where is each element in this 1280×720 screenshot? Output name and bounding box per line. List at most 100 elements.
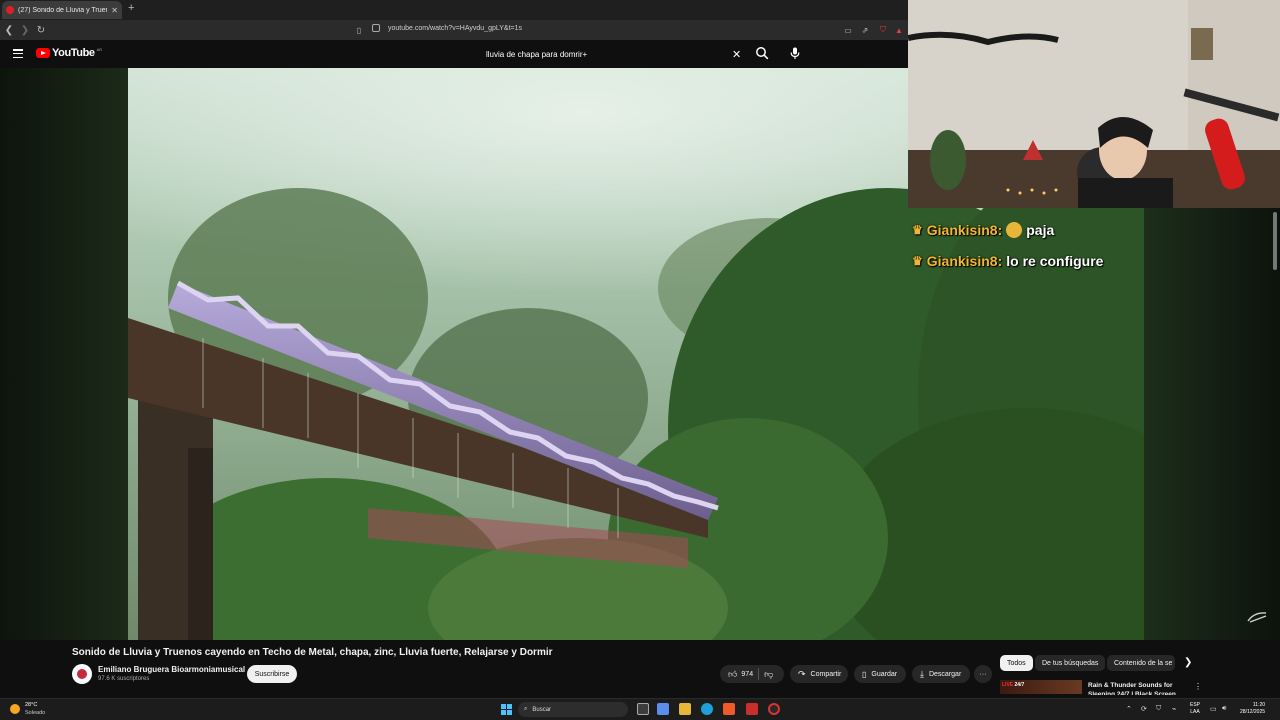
close-tab-icon[interactable]: ✕ xyxy=(111,6,118,15)
obs-icon[interactable] xyxy=(768,703,780,715)
subscriber-count: 97.6 K suscriptores xyxy=(98,676,150,682)
widgets-icon[interactable] xyxy=(657,703,669,715)
taskbar: 28°C Soleado ⌕ Buscar ⌃ ⟳ ⛉ ⌁ ESP LAA ▭ … xyxy=(0,698,1280,720)
lang-code: ESP xyxy=(1190,702,1201,708)
download-icon: ⤓ xyxy=(920,668,924,679)
crown-icon: ♛ xyxy=(912,254,923,268)
subscribe-button[interactable]: Suscribirse xyxy=(247,665,297,683)
player-left-margin xyxy=(0,68,128,640)
windows-start-icon[interactable] xyxy=(501,704,512,715)
keyboard-layout: LAA xyxy=(1190,709,1200,715)
player-right-margin xyxy=(1144,208,1280,640)
channel-avatar[interactable] xyxy=(72,664,92,684)
site-info-icon[interactable] xyxy=(372,24,380,32)
channel-watermark-icon[interactable] xyxy=(1246,610,1268,624)
search-input[interactable]: lluvia de chapa para domrir+ ✕ xyxy=(476,44,750,64)
chat-text: lo re configure xyxy=(1006,253,1104,269)
date: 28/12/2025 xyxy=(1240,709,1266,715)
share-button[interactable]: ↷ Compartir xyxy=(790,665,848,683)
chevron-up-icon[interactable]: ⌃ xyxy=(1126,705,1132,713)
chat-text: paja xyxy=(1026,222,1055,238)
live-badge: LIVE 24/7 xyxy=(1002,682,1024,688)
dislike-button[interactable]: 👎︎ xyxy=(764,669,773,680)
weather-description[interactable]: Soleado xyxy=(25,710,45,716)
video-title: Sonido de Lluvia y Truenos cayendo en Te… xyxy=(72,647,553,658)
file-explorer-icon[interactable] xyxy=(679,703,691,715)
weather-temperature[interactable]: 28°C xyxy=(25,702,37,708)
bookmark-icon: ▯ xyxy=(862,669,867,679)
share-label: Compartir xyxy=(810,670,842,678)
divider xyxy=(758,668,760,680)
youtube-header: YouTube AR lluvia de chapa para domrir+ … xyxy=(0,40,908,68)
chip-all[interactable]: Todos xyxy=(1000,655,1033,671)
scrollbar[interactable] xyxy=(1273,212,1277,270)
brave-shield-icon[interactable]: ⛉ xyxy=(878,25,888,35)
save-label: Guardar xyxy=(871,670,898,678)
browser-tab[interactable]: (27) Sonido de Lluvia y Truenos c ✕ xyxy=(2,1,122,19)
search-icon[interactable] xyxy=(755,46,769,60)
share-page-icon[interactable]: ⇗ xyxy=(860,25,870,35)
taskbar-search-placeholder: Buscar xyxy=(532,706,552,713)
address-bar: ❮ ❯ ↻ ▯ youtube.com/watch?v=HAyvdu_gpLY&… xyxy=(0,20,908,40)
search-icon: ⌕ xyxy=(524,706,528,712)
microphone-icon[interactable] xyxy=(788,46,802,60)
forward-arrow-icon[interactable]: ❯ xyxy=(18,23,32,37)
chat-message: ♛ Giankisin8: lo re configure xyxy=(912,253,1103,269)
task-view-icon[interactable] xyxy=(637,703,649,715)
back-arrow-icon[interactable]: ❮ xyxy=(2,23,16,37)
like-button[interactable]: 👍︎ 974 xyxy=(728,669,753,680)
security-icon[interactable]: ⛉ xyxy=(1156,705,1161,713)
save-button[interactable]: ▯ Guardar xyxy=(854,665,906,683)
like-dislike-group: 👍︎ 974 👎︎ xyxy=(720,665,784,683)
new-tab-button[interactable]: + xyxy=(128,2,134,14)
url-field[interactable]: youtube.com/watch?v=HAyvdu_gpLY&t=1s xyxy=(372,24,522,32)
more-actions-button[interactable]: ··· xyxy=(974,665,992,683)
youtube-logo[interactable]: YouTube AR xyxy=(36,47,102,59)
live-label: LIVE xyxy=(1002,682,1014,688)
brave-rewards-icon[interactable]: ▲ xyxy=(894,25,904,35)
thumbs-up-icon: 👍︎ xyxy=(728,668,738,679)
chat-username: Giankisin8: xyxy=(926,222,1003,238)
search-query: lluvia de chapa para domrir+ xyxy=(486,49,588,59)
chip-from-searches[interactable]: De tus búsquedas xyxy=(1035,655,1106,671)
time: 11:20 xyxy=(1252,702,1266,708)
recommendation-title[interactable]: Rain & Thunder Sounds for Sleeping 24/7 … xyxy=(1088,681,1182,695)
url-text: youtube.com/watch?v=HAyvdu_gpLY&t=1s xyxy=(388,24,522,32)
install-app-icon[interactable]: ▭ xyxy=(843,25,853,35)
browser-tab-strip: (27) Sonido de Lluvia y Truenos c ✕ + xyxy=(0,0,908,20)
sun-icon[interactable] xyxy=(10,704,20,714)
bookmark-icon[interactable]: ▯ xyxy=(354,25,364,35)
webcam-overlay xyxy=(908,0,1280,208)
volume-icon[interactable]: 🔊︎ xyxy=(1222,705,1226,713)
usb-icon[interactable]: ⌁ xyxy=(1172,705,1176,713)
network-icon[interactable]: ▭ xyxy=(1210,705,1217,713)
tab-title: (27) Sonido de Lluvia y Truenos c xyxy=(18,6,107,14)
logo-text: YouTube xyxy=(52,47,95,59)
chat-username: Giankisin8: xyxy=(926,253,1003,269)
brave-browser-icon[interactable] xyxy=(723,703,735,715)
menu-icon[interactable] xyxy=(13,49,23,58)
download-button[interactable]: ⤓ Descargar xyxy=(912,665,970,683)
share-icon: ↷ xyxy=(798,668,806,679)
emote-icon xyxy=(1006,222,1023,238)
clear-search-icon[interactable]: ✕ xyxy=(732,48,741,61)
app-icon[interactable] xyxy=(746,703,758,715)
logo-region: AR xyxy=(96,47,103,52)
crown-icon: ♛ xyxy=(912,223,923,237)
youtube-play-icon xyxy=(36,48,50,58)
download-label: Descargar xyxy=(928,670,962,678)
chat-message: ♛ Giankisin8: paja xyxy=(912,222,1054,238)
sync-icon[interactable]: ⟳ xyxy=(1141,705,1147,713)
youtube-favicon-icon xyxy=(6,6,14,14)
clock[interactable]: 11:20 28/12/2025 xyxy=(1240,702,1265,716)
taskbar-search[interactable]: ⌕ Buscar xyxy=(518,702,628,717)
language-indicator[interactable]: ESP LAA xyxy=(1190,702,1200,716)
chevron-right-icon[interactable]: ❯ xyxy=(1184,657,1192,668)
edge-browser-icon[interactable] xyxy=(701,703,713,715)
like-count: 974 xyxy=(741,670,754,678)
recommendation-menu-icon[interactable]: ⋮ xyxy=(1194,682,1202,691)
chip-related-content[interactable]: Contenido de la se xyxy=(1107,655,1175,671)
reload-icon[interactable]: ↻ xyxy=(34,23,48,37)
hours-label: 24/7 xyxy=(1014,682,1025,688)
channel-name[interactable]: Emiliano Bruguera Bioarmoniamusical xyxy=(98,665,245,674)
